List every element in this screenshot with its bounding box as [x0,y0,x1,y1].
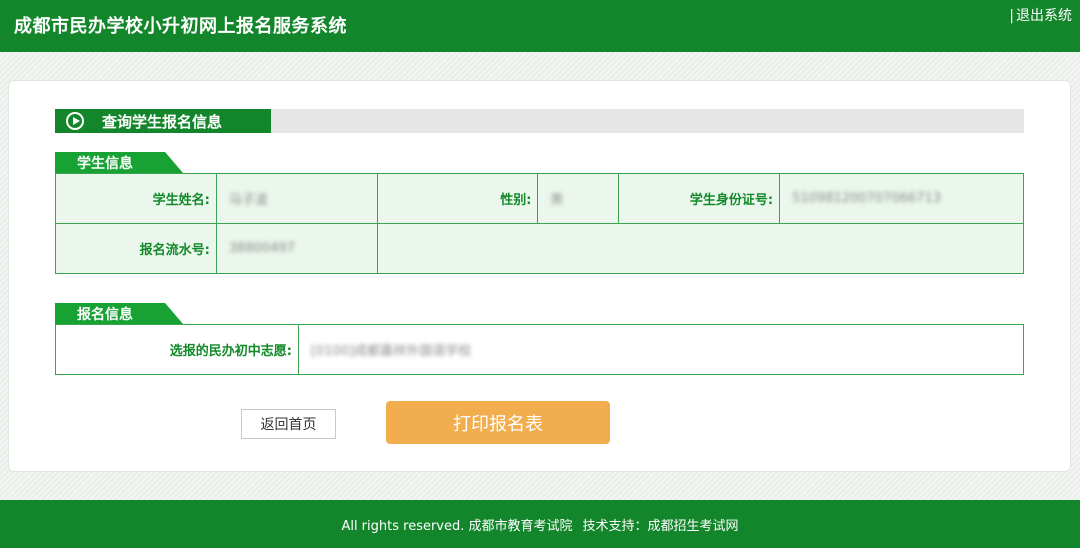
serial-number-value: 38800497 [215,223,378,274]
gender-label: 性别: [376,173,539,224]
serial-number-label: 报名流水号: [55,223,217,274]
gender-value: 男 [537,173,620,224]
serial-number-text: 38800497 [228,241,295,256]
registration-info-title: 报名信息 [77,306,133,323]
back-home-button[interactable]: 返回首页 [241,409,336,439]
registration-info-table: 选报的民办初中志愿: [0100]成都嘉祥外国语学校 [55,324,1024,375]
table-row: 学生姓名: 马子凌 性别: 男 学生身份证号: 5109812007070667… [55,173,1024,224]
empty-cell [376,223,1025,274]
school-choice-label: 选报的民办初中志愿: [55,324,299,375]
registration-info-tab: 报名信息 [55,303,183,324]
table-row: 报名流水号: 38800497 [55,223,1025,274]
section-header: 查询学生报名信息 [55,109,1024,133]
school-choice-text: [0100]成都嘉祥外国语学校 [311,344,472,359]
school-choice-value: [0100]成都嘉祥外国语学校 [298,324,1024,375]
table-row: 选报的民办初中志愿: [0100]成都嘉祥外国语学校 [55,324,1024,375]
play-circle-icon [66,112,84,130]
logout-link[interactable]: 退出系统 [1016,8,1072,24]
footer-copyright: All rights reserved. 成都市教育考试院 [341,518,573,534]
logout-area: | 退出系统 [1009,5,1072,25]
id-number-value: 510981200707066713 [779,173,1024,224]
id-number-text: 510981200707066713 [792,191,941,206]
student-name-label: 学生姓名: [55,173,217,224]
footer: All rights reserved. 成都市教育考试院 技术支持：成都招生考… [0,500,1080,548]
separator: | [1009,8,1014,24]
app-title: 成都市民办学校小升初网上报名服务系统 [14,16,347,37]
student-info-table: 学生姓名: 马子凌 性别: 男 学生身份证号: 5109812007070667… [55,173,1025,274]
footer-support: 技术支持：成都招生考试网 [582,518,739,534]
student-name-text: 马子凌 [228,193,268,208]
top-header: 成都市民办学校小升初网上报名服务系统 | 退出系统 [0,0,1080,52]
student-info-tab: 学生信息 [55,152,183,173]
section-title: 查询学生报名信息 [102,112,223,131]
gender-text: 男 [550,193,564,208]
id-number-label: 学生身份证号: [618,173,781,224]
section-tab: 查询学生报名信息 [55,109,271,133]
main-panel: 查询学生报名信息 学生信息 学生姓名: 马子凌 性别: 男 学生身份证号: 51… [8,80,1071,472]
print-form-button[interactable]: 打印报名表 [386,401,610,444]
student-name-value: 马子凌 [215,173,378,224]
student-info-title: 学生信息 [77,155,133,172]
